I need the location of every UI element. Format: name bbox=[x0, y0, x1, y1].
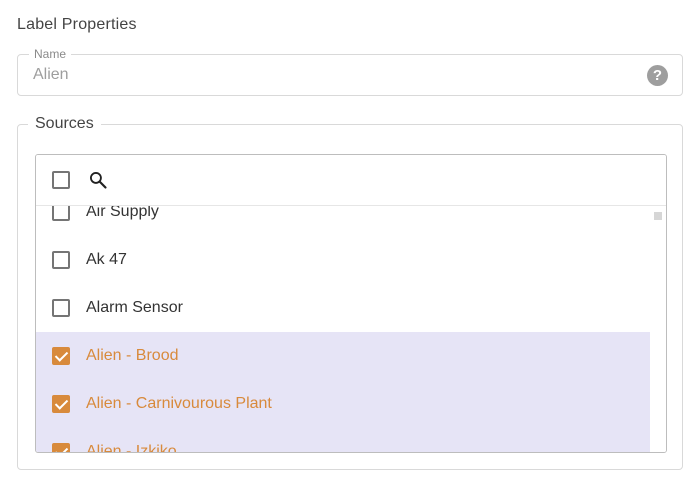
item-checkbox[interactable] bbox=[52, 299, 70, 317]
scrollbar[interactable] bbox=[650, 206, 666, 452]
help-icon[interactable]: ? bbox=[647, 65, 668, 86]
panel-title: Label Properties bbox=[17, 16, 137, 33]
name-field-value[interactable]: Alien bbox=[33, 66, 69, 84]
item-label: Alarm Sensor bbox=[86, 299, 183, 316]
item-checkbox[interactable] bbox=[52, 443, 70, 452]
list-item[interactable]: Alien - Brood bbox=[36, 332, 650, 380]
select-all-checkbox[interactable] bbox=[52, 171, 70, 189]
item-label: Air Supply bbox=[86, 206, 159, 220]
sources-legend: Sources bbox=[28, 115, 101, 133]
item-checkbox[interactable] bbox=[52, 395, 70, 413]
list-item[interactable]: Alarm Sensor bbox=[36, 284, 650, 332]
sources-listbox: Air Supply Ak 47 Alarm Sensor Alien - Brood… bbox=[35, 154, 667, 453]
item-label: Alien - Carnivourous Plant bbox=[86, 395, 272, 412]
sources-list[interactable]: Air Supply Ak 47 Alarm Sensor Alien - Brood… bbox=[36, 206, 650, 453]
scrollbar-thumb[interactable] bbox=[654, 212, 662, 220]
search-icon[interactable] bbox=[88, 170, 108, 190]
list-item[interactable]: Air Supply bbox=[36, 206, 650, 236]
item-checkbox[interactable] bbox=[52, 347, 70, 365]
item-checkbox[interactable] bbox=[52, 251, 70, 269]
name-field-label: Name bbox=[29, 47, 72, 61]
label-properties-panel: Label Properties Name Alien ? Sources Ai… bbox=[0, 0, 700, 485]
list-item[interactable]: Ak 47 bbox=[36, 236, 650, 284]
list-item[interactable]: Alien - Izkiko bbox=[36, 428, 650, 453]
sources-fieldset: Sources Air Supply Ak 47 Alarm Sensor Alien… bbox=[17, 115, 683, 470]
item-label: Alien - Izkiko bbox=[86, 443, 177, 453]
name-field[interactable]: Name Alien ? bbox=[17, 47, 683, 96]
list-header bbox=[36, 155, 666, 206]
item-checkbox[interactable] bbox=[52, 206, 70, 221]
item-label: Ak 47 bbox=[86, 251, 127, 268]
item-label: Alien - Brood bbox=[86, 347, 179, 364]
list-item[interactable]: Alien - Carnivourous Plant bbox=[36, 380, 650, 428]
